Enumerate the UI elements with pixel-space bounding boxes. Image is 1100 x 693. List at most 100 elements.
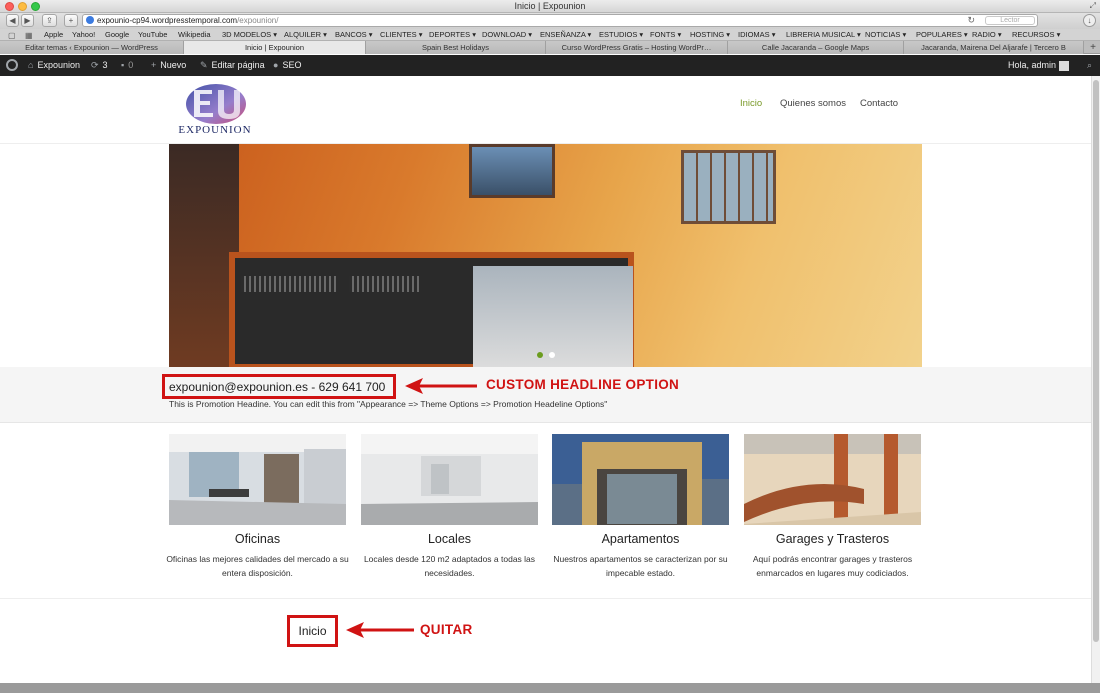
wp-admin-bar: ⌂ Expounion ⟳ 3 ▪ 0 + Nuevo ✎ Editar página ●… [0,55,1100,76]
feature-text: Locales desde 120 m2 adaptados a todas l… [363,554,536,578]
bookmark-item[interactable]: BANCOS ▾ [335,29,373,41]
oficinas-photo [169,434,346,525]
promo-subtext: This is Promotion Headine. You can edit … [169,399,608,409]
reader-button[interactable]: Lector [985,16,1035,25]
scrollbar-thumb[interactable] [1093,80,1099,642]
admin-bar-site[interactable]: ⌂ Expounion [28,55,80,76]
seo-label: SEO [282,60,302,70]
home-icon: ⌂ [28,60,34,70]
new-label: Nuevo [160,60,187,70]
page-content: EXPOUNION Inicio Quienes somos Contacto … [0,76,1091,683]
url-host: expounio-cp94.wordpresstemporal.com [97,16,238,25]
forward-button[interactable]: ▶ [21,14,34,27]
back-arrow-icon: ◀ [9,16,16,25]
feature-title: Locales [427,532,472,546]
page-title: Inicio [298,624,327,638]
window-bottom-strip [0,683,1100,693]
feature-title: Apartamentos [601,532,680,546]
back-button[interactable]: ◀ [6,14,19,27]
page-scrollbar[interactable] [1091,76,1100,683]
apartamentos-photo [552,434,729,525]
hero-slider-image [169,144,922,367]
plus-icon: + [68,16,74,25]
bookmarks-bar: ▢ ▦ Apple Yahoo! Google YouTube Wikipedi… [0,29,1100,41]
annotation-arrow-icon [405,378,477,394]
bookmark-item[interactable]: Apple [44,29,63,41]
bookmark-item[interactable]: Google [105,29,129,41]
section-divider [0,598,1091,599]
share-button[interactable]: ⇪ [42,14,57,27]
window-titlebar: Inicio | Expounion ⤢ [0,0,1100,13]
fullscreen-icon[interactable]: ⤢ [1090,1,1096,11]
url-path: /expounion/ [237,16,279,25]
nav-contacto[interactable]: Contacto [860,98,898,109]
nav-inicio[interactable]: Inicio [740,98,762,109]
forward-arrow-icon: ▶ [24,16,31,25]
site-logo[interactable]: EXPOUNION [172,80,258,136]
tab-google-maps[interactable]: Calle Jacaranda – Google Maps [728,41,904,54]
bookmark-item[interactable]: ESTUDIOS ▾ [599,29,643,41]
address-bar[interactable]: expounio-cp94.wordpresstemporal.com/expo… [82,14,1038,27]
bookmark-item[interactable]: FONTS ▾ [650,29,681,41]
bookmark-item[interactable]: Wikipedia [178,29,211,41]
tab-curso-wordpress[interactable]: Curso WordPress Gratis – Hosting WordPr… [546,41,728,54]
bookmark-item[interactable]: NOTICIAS ▾ [865,29,906,41]
slider-dot-active[interactable] [537,352,543,358]
add-tab-icon[interactable]: + [1090,41,1096,54]
bookmark-item[interactable]: ALQUILER ▾ [284,29,327,41]
browser-toolbar: ◀ ▶ ⇪ + expounio-cp94.wordpresstemporal.… [0,13,1100,29]
comment-icon: ▪ [121,60,125,70]
share-icon: ⇪ [46,16,53,25]
feature-text: Oficinas las mejores calidades del merca… [166,554,349,578]
tab-bar: Editar temas ‹ Expounion — WordPress Ini… [0,41,1100,54]
bookmark-item[interactable]: DOWNLOAD ▾ [482,29,532,41]
tab-editar-temas[interactable]: Editar temas ‹ Expounion — WordPress [0,41,184,54]
bookmark-item[interactable]: RADIO ▾ [972,29,1002,41]
locales-photo [361,434,538,525]
feature-title: Oficinas [234,532,281,546]
feature-text: Aquí podrás encontrar garages y trastero… [752,554,913,578]
bookmark-item[interactable]: RECURSOS ▾ [1012,29,1060,41]
bookmark-item[interactable]: DEPORTES ▾ [429,29,476,41]
new-tab-button[interactable]: + [64,14,78,27]
downloads-icon[interactable]: ↓ [1083,14,1096,27]
admin-bar-comments[interactable]: ▪ 0 [121,55,133,76]
feature-title: Garages y Trasteros [775,532,890,546]
browser-window: Inicio | Expounion ⤢ ◀ ▶ ⇪ + expounio-cp… [0,0,1100,693]
seo-status-icon: ● [273,60,279,70]
window-title: Inicio | Expounion [514,1,586,11]
comments-count: 0 [128,60,134,70]
admin-bar-account[interactable]: Hola, admin [1008,55,1070,76]
admin-bar-new[interactable]: + Nuevo [151,55,186,76]
bookmark-item[interactable]: POPULARES ▾ [916,29,968,41]
search-icon[interactable]: ⌕ [1087,55,1092,76]
promotion-headline: expounion@expounion.es - 629 641 700 Thi… [0,367,1091,423]
bookmark-item[interactable]: YouTube [138,29,167,41]
admin-bar-seo[interactable]: ● SEO [273,55,301,76]
slider-dot[interactable] [549,352,555,358]
annotation-arrow-icon [346,622,414,638]
bookmark-item[interactable]: ENSEÑANZA ▾ [540,29,591,41]
edit-page-label: Editar página [211,60,265,70]
bookmark-item[interactable]: LIBRERIA MUSICAL ▾ [786,29,861,41]
site-name-label: Expounion [37,60,80,70]
globe-icon [86,16,94,24]
tab-inicio[interactable]: Inicio | Expounion [184,41,366,54]
tab-jacaranda[interactable]: Jacaranda, Mairena Del Aljarafe | Tercer… [904,41,1084,54]
bookmark-item[interactable]: Yahoo! [72,29,95,41]
quitar-annotation: QUITAR [420,622,473,637]
logo-text: EXPOUNION [178,124,252,136]
tab-spain-best-holidays[interactable]: Spain Best Holidays [366,41,546,54]
bookmark-item[interactable]: CLIENTES ▾ [380,29,423,41]
wordpress-logo-icon[interactable] [6,59,18,71]
admin-bar-edit-page[interactable]: ✎ Editar página [200,55,265,76]
admin-bar-updates[interactable]: ⟳ 3 [91,55,108,76]
reload-icon[interactable]: ↻ [967,15,975,26]
garages-photo [744,434,921,525]
bookmark-item[interactable]: IDIOMAS ▾ [738,29,776,41]
nav-quienes-somos[interactable]: Quienes somos [780,98,846,109]
bookmark-item[interactable]: 3D MODELOS ▾ [222,29,277,41]
pencil-icon: ✎ [200,60,208,70]
updates-icon: ⟳ [91,60,99,70]
bookmark-item[interactable]: HOSTING ▾ [690,29,730,41]
